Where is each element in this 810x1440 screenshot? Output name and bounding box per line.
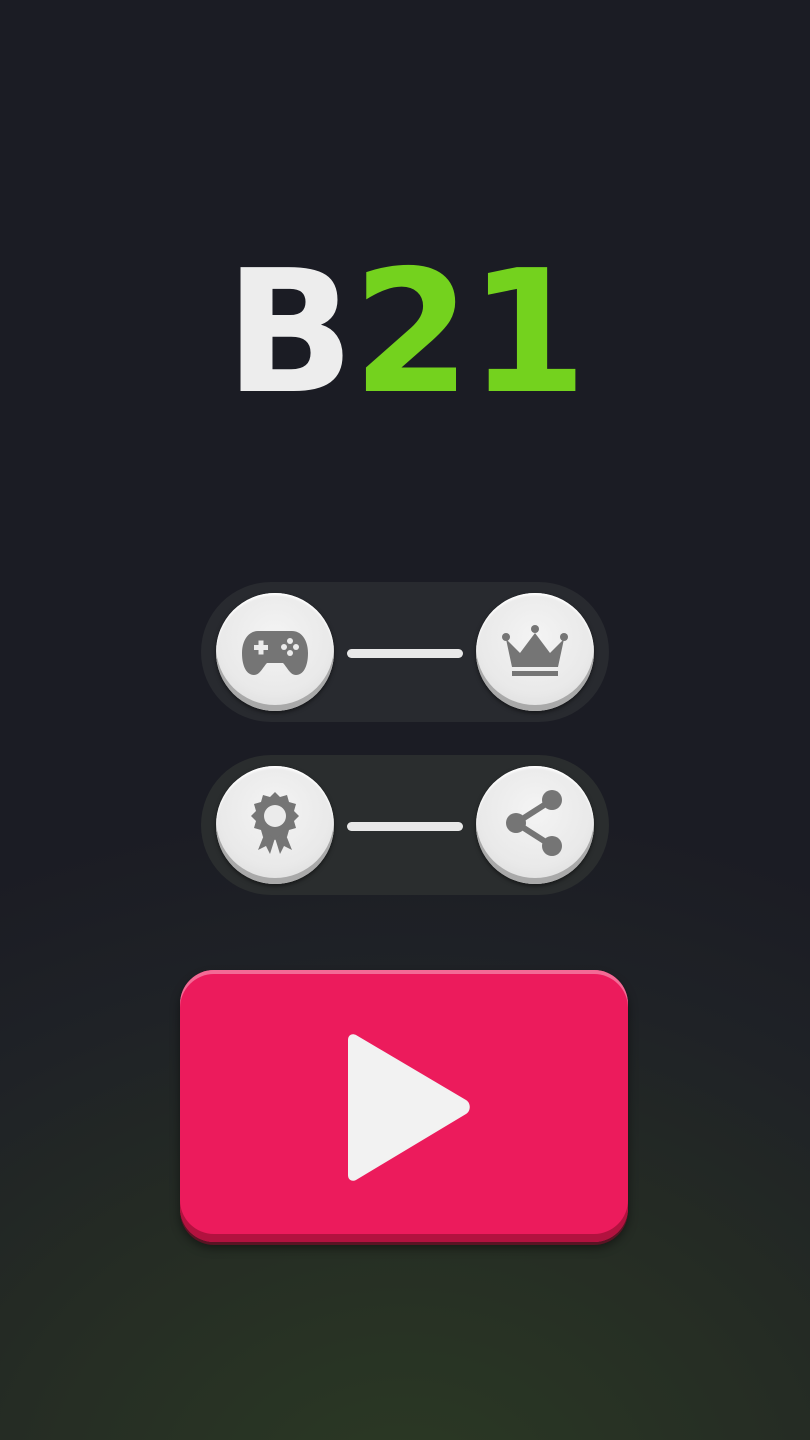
logo-letter: B [224, 234, 355, 432]
share-icon [506, 790, 562, 856]
menu-row-1 [201, 582, 609, 722]
gamepad-icon [242, 631, 308, 675]
leaderboard-button[interactable] [476, 593, 594, 711]
game-logo: B21 [0, 248, 810, 418]
play-icon [348, 1034, 470, 1181]
achievements-button[interactable] [216, 766, 334, 884]
connector-line [347, 649, 463, 658]
award-ribbon-icon [251, 792, 299, 854]
play-button[interactable] [180, 970, 628, 1242]
connector-line [347, 822, 463, 831]
share-button[interactable] [476, 766, 594, 884]
logo-number: 21 [352, 234, 588, 432]
crown-icon [502, 625, 568, 676]
menu-row-2 [201, 755, 609, 895]
games-button[interactable] [216, 593, 334, 711]
